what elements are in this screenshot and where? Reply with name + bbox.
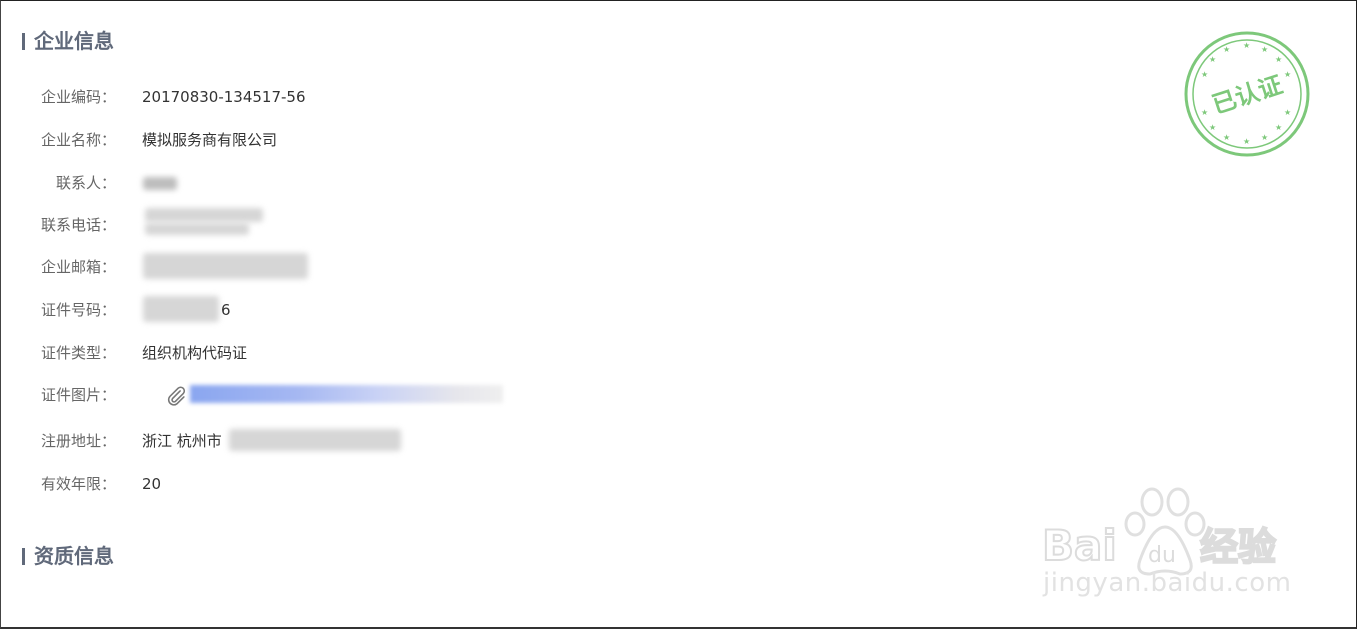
field-value: 6 [221, 301, 231, 319]
field-value: 浙江 杭州市 [142, 432, 222, 450]
certified-stamp-icon: ★ ★★ ★★★ ★★ ★ ★★★ ★★ 已认证 [1184, 31, 1310, 157]
redacted-contact [143, 177, 177, 190]
field-label: 企业邮箱： [40, 258, 116, 276]
section-title-bar [22, 32, 25, 50]
svg-text:★: ★ [1201, 70, 1208, 79]
svg-text:经验: 经验 [1200, 525, 1276, 569]
certificate-image-link[interactable] [190, 385, 503, 403]
section-title-text: 资质信息 [34, 544, 114, 568]
redacted-phone-1 [145, 208, 263, 222]
svg-text:已认证: 已认证 [1209, 71, 1286, 120]
section-title-text: 企业信息 [34, 29, 114, 53]
svg-text:★: ★ [1284, 108, 1291, 117]
field-label: 注册地址： [40, 432, 116, 450]
field-label: 证件号码： [40, 301, 116, 319]
svg-text:★: ★ [1275, 123, 1282, 132]
svg-text:Bai: Bai [1042, 521, 1117, 570]
svg-text:★: ★ [1209, 123, 1216, 132]
field-value: 组织机构代码证 [142, 344, 248, 362]
redacted-id-number [143, 296, 219, 322]
field-label: 有效年限： [40, 475, 116, 493]
field-value: 20 [142, 475, 162, 493]
svg-text:★: ★ [1243, 137, 1250, 146]
redacted-phone-2 [145, 223, 249, 235]
field-label: 企业名称： [40, 131, 116, 149]
redacted-email [143, 253, 308, 279]
section-title-enterprise: 企业信息 [22, 29, 114, 53]
field-label: 联系人： [55, 174, 116, 192]
field-value: 模拟服务商有限公司 [142, 131, 278, 149]
svg-text:★: ★ [1284, 70, 1291, 79]
svg-text:du: du [1148, 543, 1176, 568]
paperclip-icon [167, 386, 186, 406]
svg-text:★: ★ [1261, 133, 1268, 142]
svg-text:★: ★ [1223, 45, 1230, 54]
field-label: 证件图片： [40, 386, 116, 404]
svg-text:★: ★ [1223, 133, 1230, 142]
section-title-bar [22, 547, 25, 565]
svg-text:★: ★ [1209, 55, 1216, 64]
svg-text:★: ★ [1243, 41, 1250, 50]
svg-text:★: ★ [1201, 108, 1208, 117]
watermark-url: jingyan.baidu.com [1043, 568, 1292, 598]
svg-text:★: ★ [1261, 45, 1268, 54]
field-label: 联系电话： [40, 216, 116, 234]
section-title-qualification: 资质信息 [22, 544, 114, 568]
field-label: 企业编码： [40, 88, 116, 106]
field-label: 证件类型： [40, 344, 116, 362]
field-value: 20170830-134517-56 [142, 88, 306, 106]
redacted-address [229, 429, 401, 451]
svg-text:★: ★ [1275, 55, 1282, 64]
